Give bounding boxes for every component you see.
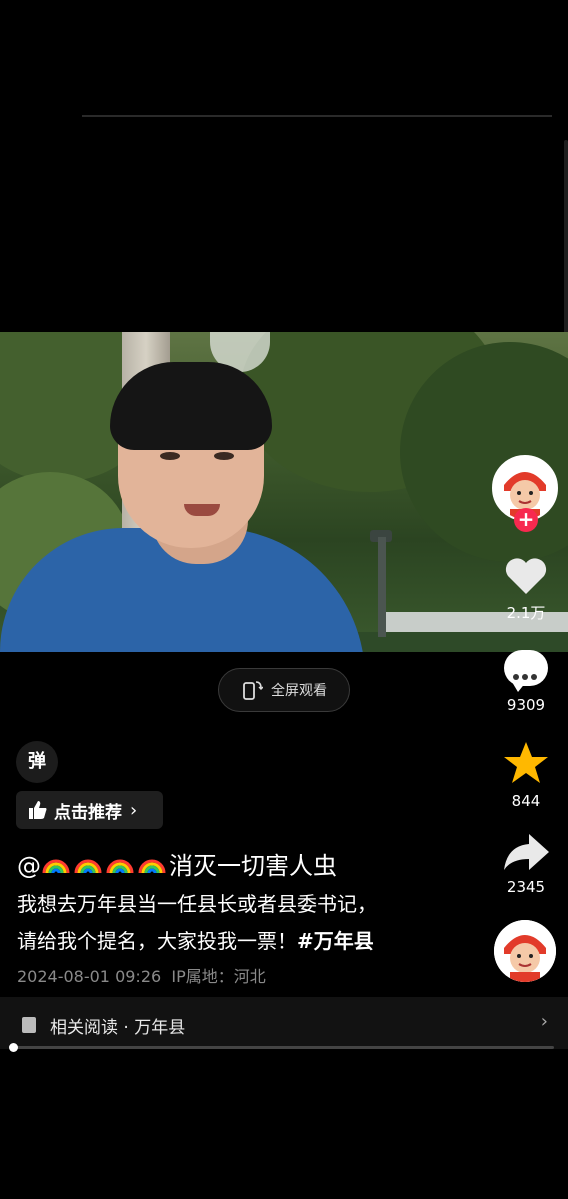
recommend-label: 点击推荐 — [54, 802, 122, 823]
cartoon-avatar-icon — [494, 920, 556, 982]
hedge — [330, 632, 568, 652]
hashtag-link[interactable]: #万年县 — [297, 929, 374, 953]
progress-knob[interactable] — [9, 1043, 18, 1052]
favorite-count: 844 — [511, 792, 541, 810]
rainbow-icon — [74, 859, 102, 874]
playback-progress[interactable] — [9, 1043, 554, 1052]
chevron-right-icon: › — [130, 799, 138, 821]
rainbow-icon — [42, 859, 70, 874]
document-icon — [22, 1017, 36, 1033]
post-date: 2024-08-01 09:26 — [17, 967, 162, 986]
top-divider — [82, 115, 552, 117]
post-meta: 2024-08-01 09:26 IP属地：河北 — [17, 963, 266, 987]
share-count: 2345 — [506, 878, 546, 896]
fullscreen-label: 全屏观看 — [271, 683, 327, 699]
rainbow-icon — [106, 859, 134, 874]
recommend-button[interactable]: 点击推荐 › — [16, 791, 163, 829]
related-reading-bar[interactable]: 相关阅读 · 万年县 › — [0, 997, 568, 1049]
comment-count: 9309 — [506, 696, 546, 714]
fullscreen-button[interactable]: 全屏观看 — [218, 668, 350, 712]
person-eye — [214, 452, 234, 460]
description-line: 我想去万年县当一任县长或者县委书记， — [17, 892, 377, 916]
like-button[interactable]: 2.1万 — [496, 556, 556, 623]
danmaku-toggle[interactable]: 弹 — [16, 741, 58, 783]
video-player[interactable] — [0, 332, 568, 652]
ip-location: IP属地：河北 — [171, 967, 266, 986]
star-icon — [504, 742, 548, 783]
author-name-text: 消灭一切害人虫 — [169, 852, 337, 880]
edge-handle[interactable] — [564, 140, 568, 360]
chevron-right-icon: › — [540, 1011, 548, 1032]
like-count: 2.1万 — [506, 604, 546, 622]
lamp-post — [378, 537, 386, 637]
person-eye — [160, 452, 180, 460]
description-line: 请给我个提名，大家投我一票！ — [17, 929, 297, 953]
person-hair — [110, 362, 272, 450]
related-reading-label: 相关阅读 · 万年县 — [50, 1018, 186, 1038]
thumbs-up-icon — [29, 801, 47, 819]
favorite-button[interactable]: 844 — [496, 740, 556, 810]
rotate-phone-icon — [243, 681, 263, 700]
music-disc-avatar[interactable] — [494, 920, 556, 982]
follow-button[interactable]: + — [514, 508, 538, 532]
comment-button[interactable]: 9309 — [496, 650, 556, 714]
author-at: @ — [17, 852, 41, 880]
share-arrow-icon — [504, 834, 549, 870]
comment-icon — [504, 650, 548, 692]
post-description: 我想去万年县当一任县长或者县委书记， 请给我个提名，大家投我一票！#万年县 — [17, 886, 487, 960]
rainbow-icon — [138, 859, 166, 874]
heart-icon — [505, 558, 547, 594]
share-button[interactable]: 2345 — [496, 832, 556, 896]
author-name[interactable]: @ 消灭一切害人虫 — [17, 846, 337, 881]
